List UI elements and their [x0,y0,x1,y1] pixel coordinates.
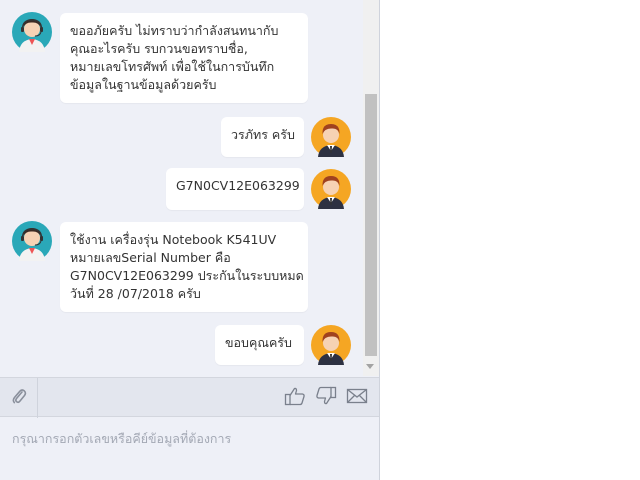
message-line: วันที่ 28 /07/2018 ครับ [70,286,201,301]
scrollbar-thumb[interactable] [365,94,377,356]
paperclip-icon [11,387,27,409]
thumbs-down-icon [315,386,337,410]
chat-panel: ขออภัยครับ ไม่ทราบว่ากำลังสนทนากับ คุณอะ… [0,0,380,480]
user-avatar [311,117,351,157]
user-avatar [311,325,351,365]
attach-button[interactable] [0,378,38,418]
message-line: ขออภัยครับ ไม่ทราบว่ากำลังสนทนากับ [70,23,279,38]
user-avatar [311,169,351,209]
message-input[interactable] [0,418,379,458]
message-line: หมายเลขโทรศัพท์ เพื่อใช้ในการบันทึก [70,59,275,74]
email-transcript-button[interactable] [345,387,369,409]
agent-message: ใช้งาน เครื่องรุ่น Notebook K541UV หมายเ… [60,222,308,312]
agent-message: ขออภัยครับ ไม่ทราบว่ากำลังสนทนากับ คุณอะ… [60,13,308,103]
dislike-button[interactable] [314,386,338,410]
scrollbar[interactable] [363,0,379,376]
user-message: วรภัทร ครับ [221,117,304,157]
envelope-icon [346,387,368,409]
like-button[interactable] [283,387,307,409]
message-line: G7N0CV12E063299 [176,178,300,193]
message-line: ใช้งาน เครื่องรุ่น Notebook K541UV [70,232,277,247]
agent-avatar [12,12,52,52]
message-input-area [0,418,379,480]
user-message: ขอบคุณครับ [215,325,304,365]
message-list[interactable]: ขออภัยครับ ไม่ทราบว่ากำลังสนทนากับ คุณอะ… [0,0,363,376]
message-line: ขอบคุณครับ [225,335,292,350]
thumbs-up-icon [284,386,306,410]
message-line: คุณอะไรครับ รบกวนขอทราบชื่อ, [70,41,248,56]
message-line: G7N0CV12E063299 ประกันในระบบหมด [70,268,304,283]
chat-toolbar [0,377,379,418]
message-line: ข้อมูลในฐานข้อมูลด้วยครับ [70,77,217,92]
message-line: หมายเลขSerial Number คือ [70,250,231,265]
user-message: G7N0CV12E063299 [166,168,304,210]
agent-avatar [12,221,52,261]
message-line: วรภัทร ครับ [231,127,295,142]
scroll-down-arrow-icon[interactable] [366,364,374,369]
